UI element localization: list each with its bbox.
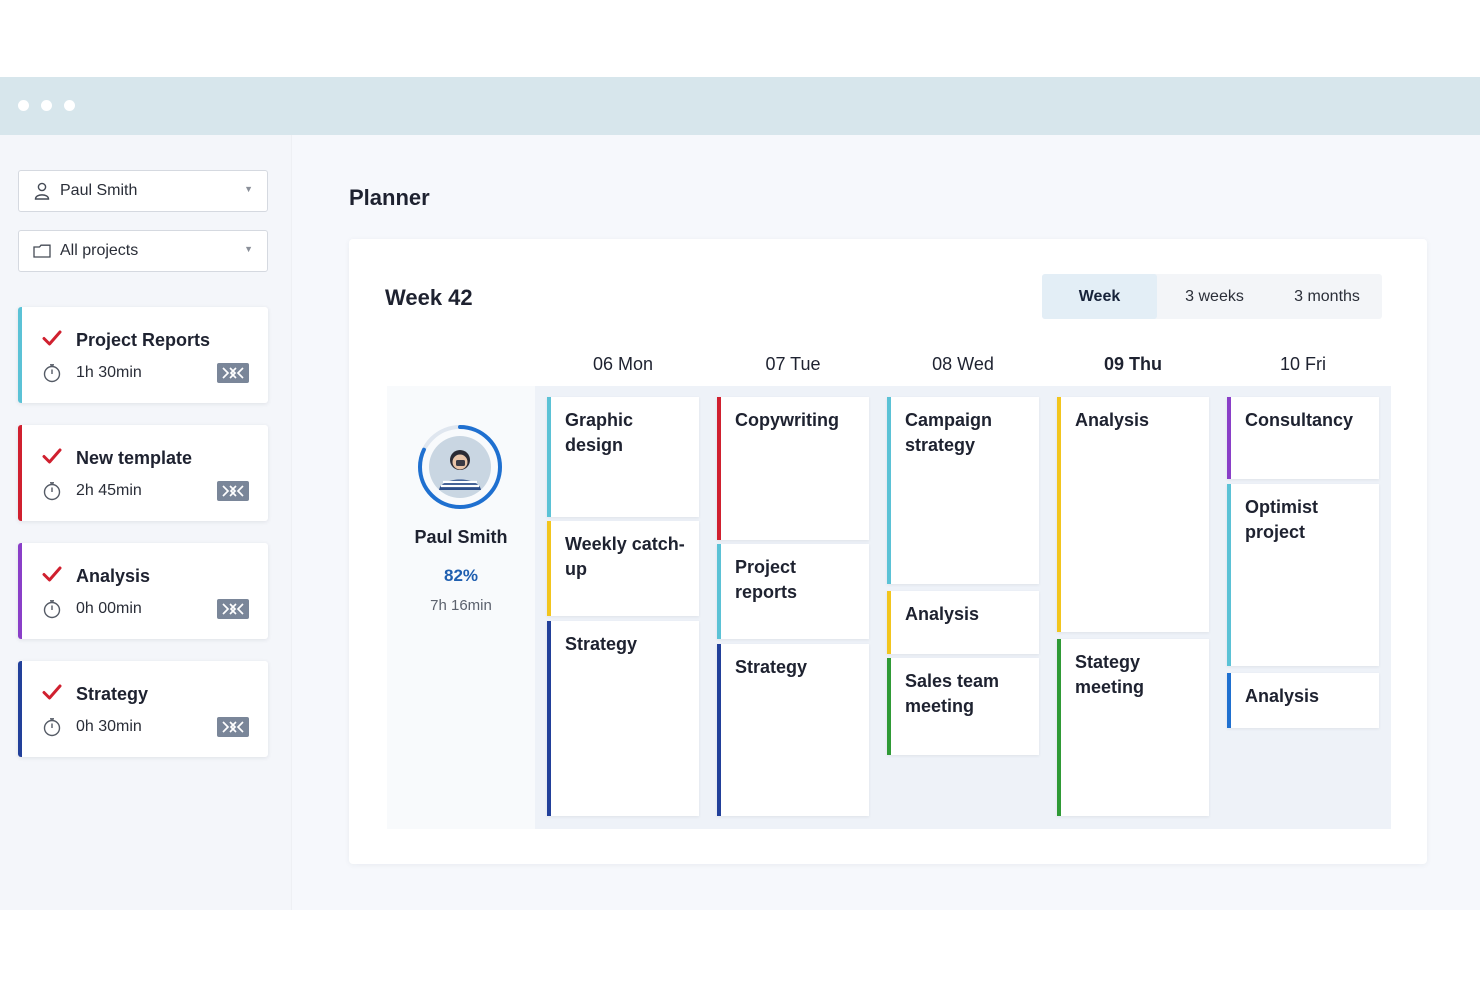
view-option-3-months[interactable]: 3 months (1272, 274, 1382, 319)
user-icon (33, 182, 51, 200)
calendar-event[interactable]: Analysis (887, 591, 1039, 654)
calendar-event[interactable]: Campaign strategy (887, 397, 1039, 584)
check-icon[interactable] (42, 329, 64, 349)
user-select[interactable]: Paul Smith ▼ (18, 170, 268, 212)
task-time: 0h 00min (76, 600, 142, 617)
task-color-bar (18, 543, 22, 639)
folder-icon (33, 242, 51, 260)
task-color-bar (18, 425, 22, 521)
check-icon[interactable] (42, 565, 64, 585)
task-name: Project Reports (76, 330, 211, 350)
day-header-thu: 09 Thu (1103, 354, 1162, 374)
user-select-value: Paul Smith (60, 182, 138, 199)
utilization-percent: 82% (443, 566, 479, 585)
calendar-event[interactable]: Optimist project (1227, 484, 1379, 666)
task-time: 0h 30min (76, 718, 142, 735)
planner-card: Week 42 Week 3 weeks 3 months 06 Mon 07 … (349, 239, 1427, 864)
task-card[interactable]: Project Reports 1h 30min (18, 307, 268, 403)
calendar-event[interactable]: Analysis (1227, 673, 1379, 728)
integration-badge-icon[interactable] (217, 717, 249, 737)
sidebar: Paul Smith ▼ All projects ▼ Project Repo… (0, 135, 292, 910)
scheduled-hours: 7h 16min (430, 597, 492, 614)
task-card[interactable]: Analysis 0h 00min (18, 543, 268, 639)
check-icon[interactable] (42, 447, 64, 467)
day-header-wed: 08 Wed (932, 354, 994, 374)
stopwatch-icon (42, 717, 62, 737)
person-column: Paul Smith 82% 7h 16min (387, 386, 535, 829)
page-title: Planner (349, 185, 430, 210)
task-name: Strategy (76, 684, 149, 704)
view-option-3-weeks[interactable]: 3 weeks (1157, 274, 1272, 319)
stopwatch-icon (42, 481, 62, 501)
avatar[interactable] (417, 424, 503, 510)
task-card[interactable]: Strategy 0h 30min (18, 661, 268, 757)
task-card[interactable]: New template 2h 45min (18, 425, 268, 521)
window-titlebar (0, 77, 1480, 135)
task-color-bar (18, 661, 22, 757)
calendar-event[interactable]: Strategy (717, 644, 869, 816)
calendar-event[interactable]: Graphic design (547, 397, 699, 517)
project-select[interactable]: All projects ▼ (18, 230, 268, 272)
integration-badge-icon[interactable] (217, 363, 249, 383)
view-option-week[interactable]: Week (1042, 274, 1157, 319)
calendar-event[interactable]: Project reports (717, 544, 869, 639)
planner-grid: Paul Smith 82% 7h 16min Graphic design We… (387, 386, 1391, 829)
task-color-bar (18, 307, 22, 403)
week-label: Week 42 (385, 285, 473, 310)
stopwatch-icon (42, 599, 62, 619)
chevron-down-icon: ▼ (244, 244, 253, 254)
stopwatch-icon (42, 363, 62, 383)
calendar-event[interactable]: Weekly catch-up (547, 521, 699, 616)
view-switcher: Week 3 weeks 3 months (1042, 274, 1382, 319)
calendar-event[interactable]: Strategy (547, 621, 699, 816)
task-time: 1h 30min (76, 364, 142, 381)
project-select-value: All projects (60, 242, 139, 259)
calendar-event[interactable]: Copywriting (717, 397, 869, 540)
task-time: 2h 45min (76, 482, 142, 499)
window-control-dot[interactable] (41, 100, 52, 111)
task-name: Analysis (76, 566, 151, 586)
calendar-event[interactable]: Stategy meeting (1057, 639, 1209, 816)
integration-badge-icon[interactable] (217, 481, 249, 501)
check-icon[interactable] (42, 683, 64, 703)
chevron-down-icon: ▼ (244, 184, 253, 194)
task-name: New template (76, 448, 193, 468)
day-header-fri: 10 Fri (1279, 354, 1326, 374)
window-control-dot[interactable] (64, 100, 75, 111)
person-name: Paul Smith (414, 527, 508, 547)
calendar-event[interactable]: Consultancy (1227, 397, 1379, 479)
day-header-mon: 06 Mon (592, 354, 654, 374)
day-header-tue: 07 Tue (765, 354, 821, 374)
calendar-event[interactable]: Sales team meeting (887, 658, 1039, 755)
integration-badge-icon[interactable] (217, 599, 249, 619)
window-control-dot[interactable] (18, 100, 29, 111)
calendar-event[interactable]: Analysis (1057, 397, 1209, 632)
